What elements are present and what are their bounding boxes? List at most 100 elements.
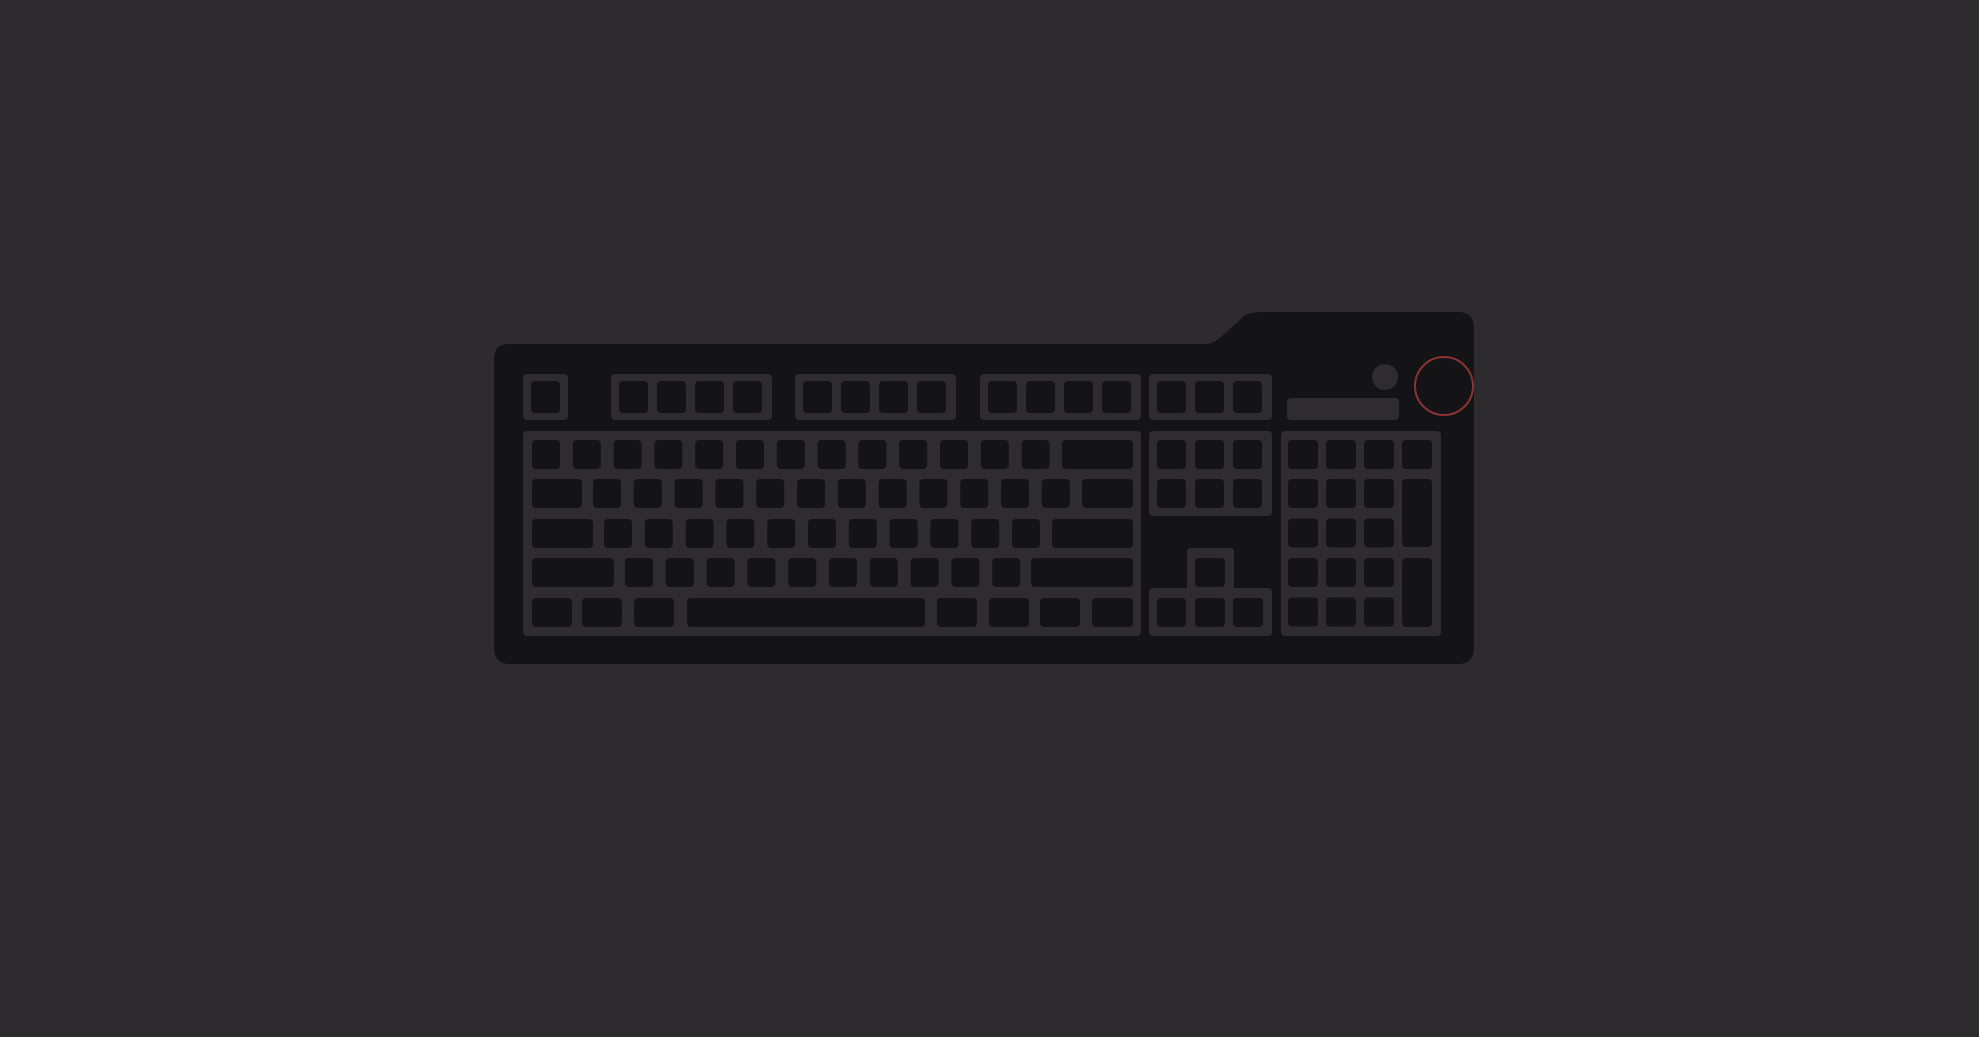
key-numpad[interactable] — [1326, 558, 1356, 587]
key[interactable] — [960, 479, 989, 508]
key-navigation[interactable] — [1157, 479, 1186, 508]
key-system[interactable] — [1157, 381, 1186, 413]
key[interactable] — [1041, 479, 1070, 508]
key-numpad[interactable] — [1288, 597, 1318, 627]
key[interactable] — [604, 519, 632, 548]
key[interactable] — [613, 440, 642, 469]
key[interactable] — [878, 479, 907, 508]
key[interactable] — [848, 519, 877, 548]
key[interactable] — [889, 519, 918, 548]
key[interactable] — [776, 440, 805, 469]
key-right-shift[interactable] — [1031, 558, 1133, 587]
key[interactable] — [1001, 479, 1029, 508]
key[interactable] — [797, 479, 825, 508]
key-navigation[interactable] — [1195, 440, 1224, 469]
key[interactable] — [644, 519, 673, 548]
key[interactable] — [726, 519, 755, 548]
volume-knob-icon[interactable] — [1414, 356, 1474, 416]
key-arrow-up[interactable] — [1195, 558, 1225, 587]
key-function[interactable] — [803, 381, 832, 413]
key-numpad[interactable] — [1326, 479, 1356, 508]
key-numpad-enter[interactable] — [1402, 558, 1432, 627]
key[interactable] — [654, 440, 683, 469]
key-navigation[interactable] — [1195, 479, 1224, 508]
key-function[interactable] — [917, 381, 946, 413]
key-right-win[interactable] — [989, 598, 1029, 627]
key-function[interactable] — [619, 381, 648, 413]
key[interactable] — [858, 440, 887, 469]
key-right-alt[interactable] — [937, 598, 977, 627]
key[interactable] — [685, 519, 714, 548]
key-left-alt[interactable] — [634, 598, 674, 627]
key-function[interactable] — [733, 381, 762, 413]
key-arrow-right[interactable] — [1233, 598, 1263, 627]
key[interactable] — [756, 479, 785, 508]
key-numpad[interactable] — [1364, 597, 1394, 627]
key[interactable] — [674, 479, 703, 508]
key[interactable] — [940, 440, 968, 469]
key-numpad[interactable] — [1326, 518, 1356, 548]
key-function[interactable] — [657, 381, 686, 413]
key-system[interactable] — [1233, 381, 1262, 413]
key-left-ctrl[interactable] — [532, 598, 572, 627]
key[interactable] — [980, 440, 1009, 469]
key[interactable] — [869, 558, 898, 587]
key-navigation[interactable] — [1233, 440, 1262, 469]
key[interactable] — [899, 440, 928, 469]
key-numpad[interactable] — [1326, 440, 1356, 469]
key-numpad[interactable] — [1364, 479, 1394, 508]
key[interactable] — [633, 479, 662, 508]
key-navigation[interactable] — [1157, 440, 1186, 469]
key-numpad[interactable] — [1326, 597, 1356, 627]
small-button-icon[interactable] — [1287, 367, 1311, 389]
key[interactable] — [837, 479, 866, 508]
key[interactable] — [695, 440, 724, 469]
key-function[interactable] — [988, 381, 1017, 413]
key-numpad-plus[interactable] — [1402, 479, 1432, 547]
key-tab[interactable] — [532, 479, 582, 508]
key[interactable] — [767, 519, 796, 548]
key-left-shift[interactable] — [532, 558, 614, 587]
key-function[interactable] — [1064, 381, 1093, 413]
key[interactable] — [910, 558, 939, 587]
key-numpad[interactable] — [1364, 440, 1394, 469]
key[interactable] — [992, 558, 1021, 587]
key-menu[interactable] — [1040, 598, 1080, 627]
key[interactable] — [665, 558, 694, 587]
key-left-win[interactable] — [582, 598, 622, 627]
key-function[interactable] — [1102, 381, 1131, 413]
key-enter[interactable] — [1052, 519, 1133, 548]
key-caps-lock[interactable] — [532, 519, 593, 548]
key[interactable] — [715, 479, 744, 508]
key-escape[interactable] — [531, 381, 560, 413]
key-function[interactable] — [1026, 381, 1055, 413]
key-right-ctrl[interactable] — [1092, 598, 1133, 627]
key[interactable] — [572, 440, 601, 469]
key-navigation[interactable] — [1233, 479, 1262, 508]
key-numpad[interactable] — [1288, 558, 1318, 587]
key-system[interactable] — [1195, 381, 1224, 413]
key-backspace[interactable] — [1062, 440, 1133, 469]
key[interactable] — [951, 558, 980, 587]
key[interactable] — [706, 558, 735, 587]
key-space[interactable] — [687, 598, 925, 627]
key[interactable] — [1021, 440, 1050, 469]
key[interactable] — [1012, 519, 1040, 548]
key-backslash[interactable] — [1082, 479, 1133, 508]
key[interactable] — [919, 479, 948, 508]
key-numpad[interactable] — [1402, 440, 1432, 469]
key[interactable] — [736, 440, 764, 469]
key-numpad[interactable] — [1364, 558, 1394, 587]
key[interactable] — [532, 440, 560, 469]
key-function[interactable] — [695, 381, 724, 413]
round-button-icon[interactable] — [1372, 364, 1398, 390]
key[interactable] — [808, 519, 836, 548]
key-function[interactable] — [841, 381, 870, 413]
media-bar-icon[interactable] — [1287, 398, 1399, 420]
key-numpad[interactable] — [1288, 479, 1318, 508]
key[interactable] — [930, 519, 959, 548]
key-numpad[interactable] — [1288, 440, 1318, 469]
key[interactable] — [625, 558, 653, 587]
key-numpad[interactable] — [1288, 518, 1318, 548]
key[interactable] — [829, 558, 857, 587]
